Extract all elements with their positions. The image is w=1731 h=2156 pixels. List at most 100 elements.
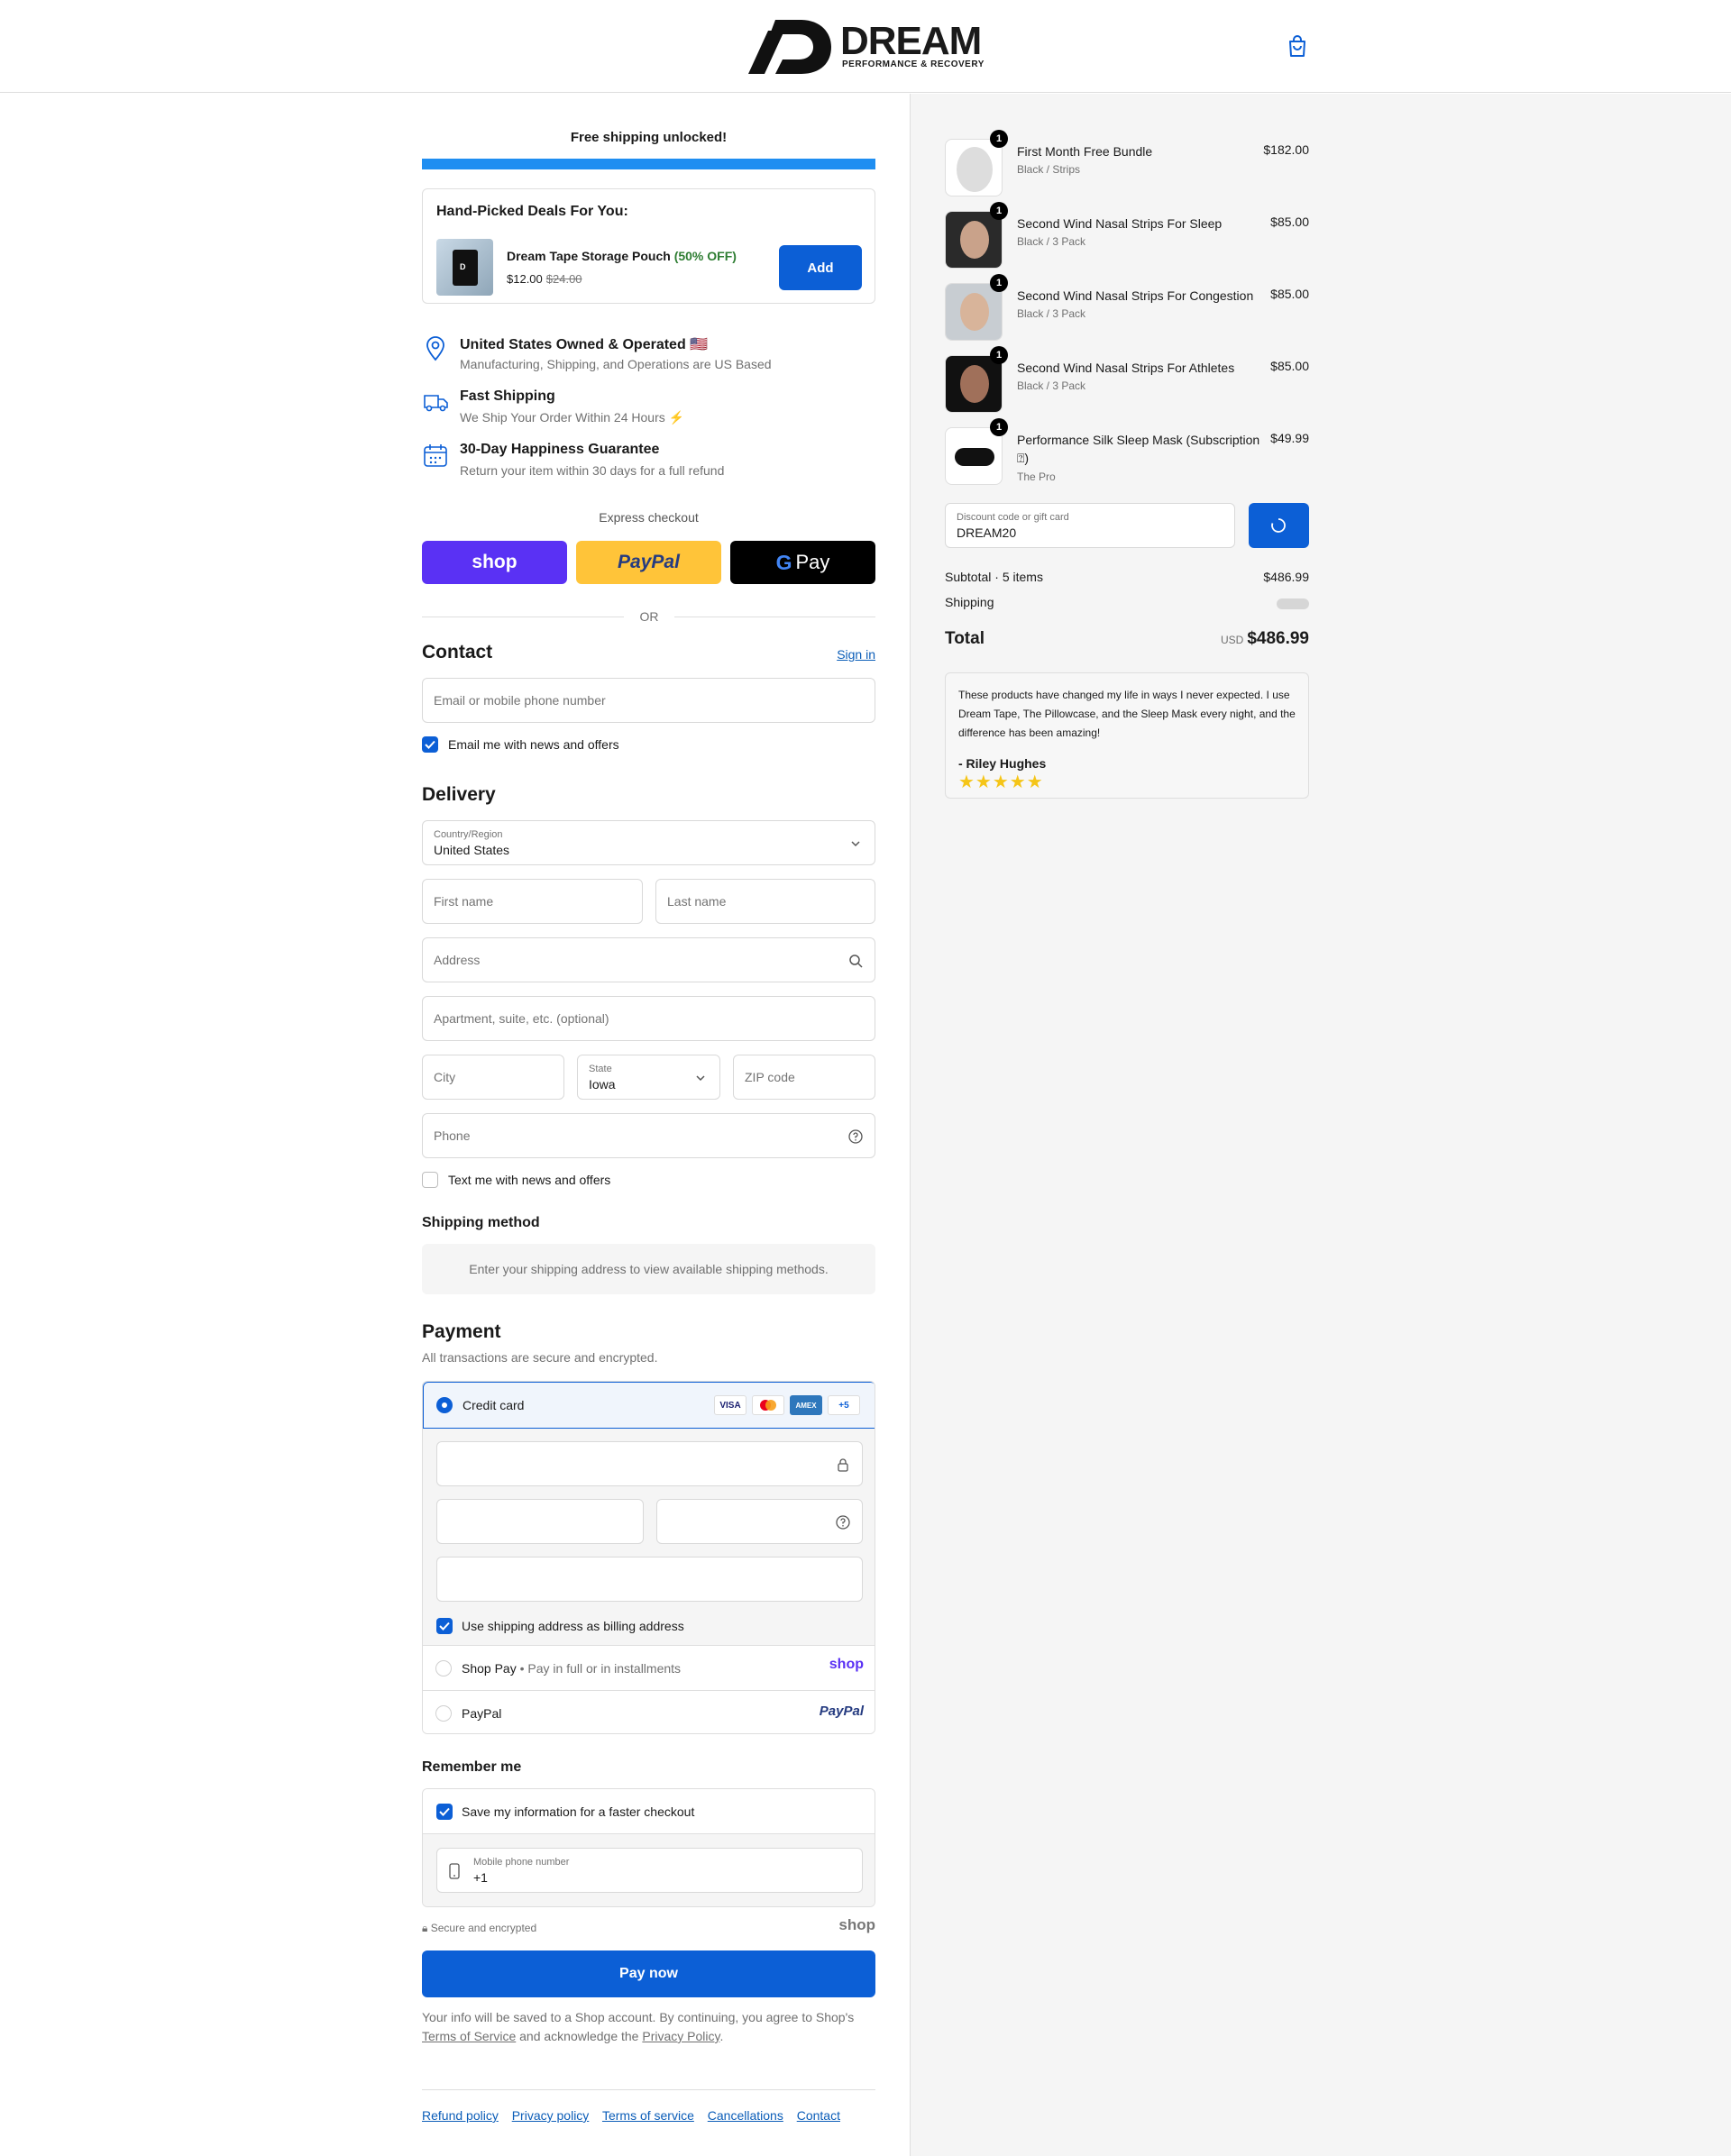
expiry-field[interactable]	[436, 1499, 644, 1544]
apartment-field[interactable]: Apartment, suite, etc. (optional)	[422, 996, 875, 1041]
brand-logo[interactable]: DREAM PERFORMANCE & RECOVERY	[748, 18, 985, 74]
product-thumbnail	[945, 139, 1003, 196]
zip-field[interactable]: ZIP code	[733, 1055, 875, 1100]
lock-icon: 🔒︎	[422, 1922, 428, 1934]
paypal-option[interactable]: PayPal PayPal	[423, 1690, 875, 1733]
google-pay-express-button[interactable]: G Pay	[730, 541, 875, 584]
contact-link[interactable]: Contact	[797, 2108, 840, 2123]
discount-code-field[interactable]: Discount code or gift card DREAM20	[945, 503, 1235, 548]
credit-card-form: Use shipping address as billing address	[423, 1429, 875, 1645]
google-g-icon: G	[775, 550, 792, 574]
shop-pay-express-button[interactable]: shop	[422, 541, 567, 584]
item-price: $182.00	[1263, 142, 1309, 157]
privacy-policy-link[interactable]: Privacy policy	[512, 2108, 590, 2123]
visa-icon: VISA	[714, 1395, 746, 1415]
state-select[interactable]: State Iowa	[577, 1055, 720, 1100]
shipping-row: Shipping	[945, 595, 1309, 609]
sms-label: Text me with news and offers	[448, 1173, 611, 1187]
terms-link[interactable]: Terms of Service	[422, 2029, 516, 2043]
lock-icon	[835, 1457, 851, 1473]
phone-field[interactable]: Phone	[422, 1113, 875, 1158]
feature-us-owned: United States Owned & Operated 🇺🇸 Manufa…	[422, 335, 875, 382]
credit-card-label: Credit card	[463, 1398, 525, 1412]
address-field[interactable]: Address	[422, 937, 875, 982]
name-on-card-field[interactable]	[436, 1557, 863, 1602]
search-icon	[847, 953, 864, 969]
item-name: Performance Silk Sleep Mask (Subscriptio…	[1017, 433, 1260, 465]
save-info-checkbox[interactable]	[436, 1804, 453, 1820]
shipping-method-title: Shipping method	[422, 1215, 540, 1230]
item-variant: The Pro	[1017, 470, 1056, 483]
mobile-phone-field[interactable]: Mobile phone number +1	[436, 1848, 863, 1893]
card-number-field[interactable]	[436, 1441, 863, 1486]
or-divider: OR	[422, 608, 875, 626]
cart-bag-icon[interactable]	[1287, 34, 1307, 58]
review-text: These products have changed my life in w…	[958, 689, 1296, 739]
help-circle-icon[interactable]	[835, 1514, 851, 1530]
pay-now-button[interactable]: Pay now	[422, 1950, 875, 1997]
paypal-radio[interactable]	[435, 1705, 452, 1722]
shipping-label: Shipping	[945, 595, 994, 609]
item-name: Second Wind Nasal Strips For Athletes	[1017, 361, 1235, 375]
cancellations-link[interactable]: Cancellations	[708, 2108, 783, 2123]
delivery-title: Delivery	[422, 784, 496, 805]
header: DREAM PERFORMANCE & RECOVERY	[0, 0, 1731, 93]
phone-icon	[448, 1863, 461, 1884]
quantity-badge: 1	[990, 274, 1008, 292]
help-circle-icon[interactable]	[847, 1128, 864, 1145]
shipping-method-message: Enter your shipping address to view avai…	[422, 1244, 875, 1294]
newsletter-label: Email me with news and offers	[448, 737, 619, 752]
country-select[interactable]: Country/Region United States	[422, 820, 875, 865]
shop-pay-option[interactable]: Shop Pay • Pay in full or in installment…	[423, 1645, 875, 1690]
deal-product-name: Dream Tape Storage Pouch (50% OFF)	[507, 249, 737, 263]
calendar-icon	[422, 442, 449, 469]
cart-item: 1 First Month Free Bundle Black / Strips…	[945, 130, 1309, 196]
shop-pay-desc: Pay in full or in installments	[527, 1661, 682, 1676]
product-thumbnail	[945, 283, 1003, 341]
feature-title: United States Owned & Operated 🇺🇸	[460, 337, 709, 352]
shop-logo: shop	[838, 1916, 875, 1933]
paypal-logo: PayPal	[618, 552, 680, 572]
terms-of-service-link[interactable]: Terms of service	[602, 2108, 694, 2123]
cart-item: 1 Second Wind Nasal Strips For Congestio…	[945, 274, 1309, 341]
sign-in-link[interactable]: Sign in	[837, 647, 875, 662]
paypal-express-button[interactable]: PayPal	[576, 541, 721, 584]
sms-checkbox[interactable]	[422, 1172, 438, 1188]
credit-card-option[interactable]: Credit card VISA AMEX +5	[423, 1382, 875, 1429]
billing-same-label: Use shipping address as billing address	[462, 1619, 684, 1633]
amex-icon: AMEX	[790, 1395, 822, 1415]
quantity-badge: 1	[990, 418, 1008, 436]
billing-same-checkbox[interactable]	[436, 1618, 453, 1634]
total-label: Total	[945, 629, 985, 648]
item-price: $85.00	[1270, 215, 1309, 229]
cart-item: 1 Second Wind Nasal Strips For Sleep Bla…	[945, 202, 1309, 269]
city-field[interactable]: City	[422, 1055, 564, 1100]
express-checkout-label: Express checkout	[599, 510, 699, 525]
shop-logo: shop	[829, 1657, 864, 1672]
mastercard-icon	[752, 1395, 784, 1415]
save-info-label: Save my information for a faster checkou…	[462, 1804, 695, 1819]
brand-name: DREAM	[840, 19, 982, 63]
shop-logo: shop	[472, 552, 517, 572]
refund-policy-link[interactable]: Refund policy	[422, 2108, 499, 2123]
item-variant: Black / 3 Pack	[1017, 235, 1086, 248]
shop-pay-radio[interactable]	[435, 1660, 452, 1676]
currency-code: USD	[1220, 634, 1244, 646]
feature-title: Fast Shipping	[460, 388, 555, 404]
apply-discount-button[interactable]	[1249, 503, 1309, 548]
paypal-logo: PayPal	[819, 1704, 864, 1719]
credit-card-radio[interactable]	[436, 1397, 453, 1413]
newsletter-checkbox[interactable]	[422, 736, 438, 753]
more-cards-badge: +5	[828, 1395, 860, 1415]
last-name-field[interactable]: Last name	[655, 879, 875, 924]
email-field[interactable]: Email or mobile phone number	[422, 678, 875, 723]
product-thumbnail	[945, 427, 1003, 485]
privacy-link[interactable]: Privacy Policy	[642, 2029, 719, 2043]
feature-title: 30-Day Happiness Guarantee	[460, 442, 660, 457]
security-code-field[interactable]	[656, 1499, 863, 1544]
truck-icon	[422, 388, 449, 416]
first-name-field[interactable]: First name	[422, 879, 643, 924]
legal-text: Your info will be saved to a Shop accoun…	[422, 2010, 855, 2043]
feature-subtitle: Manufacturing, Shipping, and Operations …	[460, 357, 772, 371]
add-deal-button[interactable]: Add	[779, 245, 862, 290]
